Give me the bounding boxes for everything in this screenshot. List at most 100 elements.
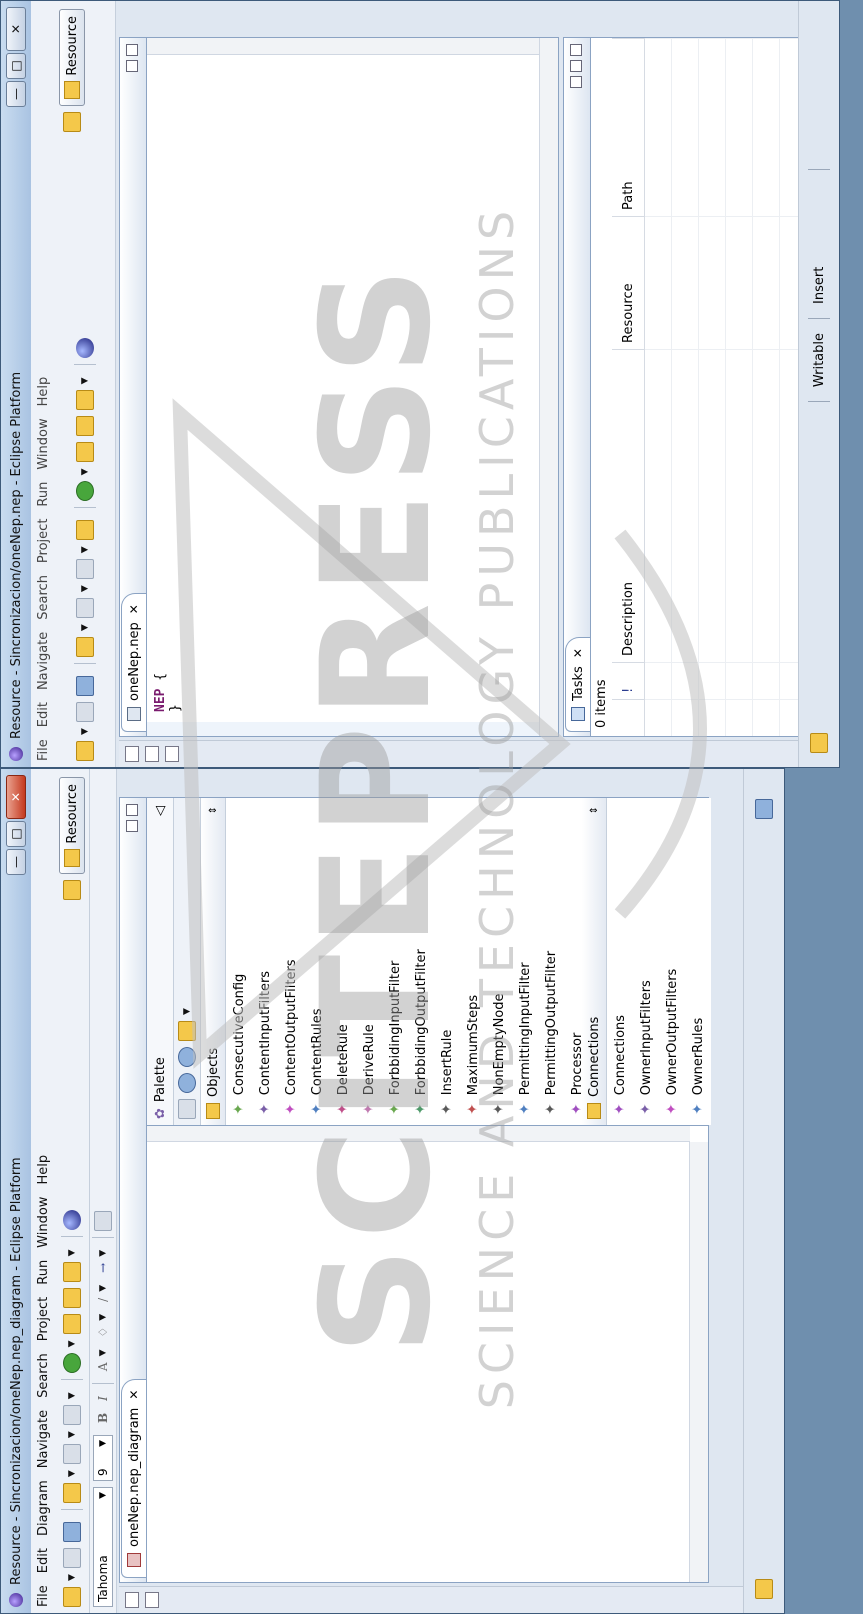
restore-icon[interactable] <box>125 746 139 762</box>
menu-project[interactable]: Project <box>36 1297 51 1341</box>
table-row[interactable] <box>644 38 672 736</box>
menu-file[interactable]: File <box>36 1585 51 1607</box>
palette-item[interactable]: ✦ Connections <box>607 798 633 1125</box>
outline-view-icon[interactable] <box>145 746 159 762</box>
tasks-col-path[interactable]: Path <box>612 38 645 217</box>
font-size-select[interactable]: 9 ▼ <box>93 1435 113 1481</box>
menu-diagram[interactable]: Diagram <box>36 1480 51 1536</box>
palette-item[interactable]: ✦ ContentInputFilters <box>252 798 278 1125</box>
close-icon[interactable]: ✕ <box>127 1390 141 1400</box>
palette-item[interactable]: ✦ OwnerInputFilters <box>633 798 659 1125</box>
fast-view-icon[interactable] <box>810 733 828 753</box>
minimize-view-icon[interactable] <box>570 60 582 72</box>
line-color-button[interactable]: / <box>96 1298 110 1302</box>
palette-item[interactable]: ✦ InsertRule <box>434 798 460 1125</box>
palette-item[interactable]: ✦ ForbbidingOutputFilter <box>408 798 434 1125</box>
menu-run[interactable]: Run <box>36 1260 51 1285</box>
open-perspective-icon[interactable] <box>63 879 81 900</box>
table-row[interactable] <box>698 38 726 736</box>
chevron-down-icon[interactable]: ▼ <box>67 1574 77 1581</box>
view-menu-icon[interactable] <box>570 76 582 88</box>
zoom-in-icon[interactable] <box>178 1073 196 1093</box>
open-type-icon[interactable] <box>63 1483 81 1504</box>
table-row[interactable] <box>671 38 699 736</box>
menu-search[interactable]: Search <box>36 1353 51 1398</box>
back-icon[interactable] <box>63 1444 81 1465</box>
menu-window[interactable]: Window <box>36 418 51 469</box>
menu-edit[interactable]: Edit <box>36 702 51 727</box>
palette-item[interactable]: ✦ ContentOutputFilters <box>278 798 304 1125</box>
chevron-down-icon[interactable]: ▼ <box>80 377 90 384</box>
forward-icon[interactable] <box>76 559 94 580</box>
resource-perspective-button[interactable]: Resource <box>59 777 85 874</box>
table-row[interactable] <box>752 38 780 736</box>
palette-item[interactable]: ✦ DeriveRule <box>356 798 382 1125</box>
minimize-button[interactable]: — <box>6 849 26 875</box>
close-button[interactable]: ✕ <box>6 7 26 51</box>
menu-edit[interactable]: Edit <box>36 1548 51 1573</box>
palette-drawer-connections[interactable]: Connections ⇕ <box>582 798 607 1125</box>
menu-navigate[interactable]: Navigate <box>36 632 51 690</box>
diagram-canvas[interactable] <box>147 1142 690 1582</box>
open-perspective-icon[interactable] <box>63 111 81 132</box>
line-style-button[interactable]: → <box>96 1263 110 1273</box>
pin-icon[interactable] <box>76 520 94 541</box>
back-icon[interactable] <box>76 598 94 619</box>
close-button[interactable]: ✕ <box>6 775 26 819</box>
palette-item[interactable]: ✦ ContentRules <box>304 798 330 1125</box>
palette-item[interactable]: ✦ DeleteRule <box>330 798 356 1125</box>
fast-view-icon[interactable] <box>755 1579 773 1599</box>
grid-icon[interactable] <box>94 1210 112 1231</box>
palette-item[interactable]: ✦ PermittingOutputFilter <box>538 798 564 1125</box>
tab-onenep-nep-diagram[interactable]: oneNep.nep_diagram ✕ <box>121 1378 146 1578</box>
chevron-down-icon[interactable]: ▼ <box>182 1008 192 1015</box>
chevron-down-icon[interactable]: ▼ <box>98 1314 108 1321</box>
print-icon[interactable] <box>63 1522 81 1543</box>
chevron-down-icon[interactable]: ▼ <box>80 728 90 735</box>
globe-icon[interactable] <box>76 338 94 359</box>
chevron-down-icon[interactable]: ▼ <box>80 624 90 631</box>
chevron-down-icon[interactable]: ▼ <box>98 1285 108 1292</box>
palette-item[interactable]: ✦ OwnerRules <box>685 798 711 1125</box>
save-icon[interactable] <box>63 1548 81 1569</box>
menu-navigate[interactable]: Navigate <box>36 1410 51 1468</box>
tab-onenep-nep[interactable]: oneNep.nep ✕ <box>121 593 146 732</box>
chevron-left-icon[interactable]: ◁ <box>153 806 168 816</box>
chevron-down-icon[interactable]: ▼ <box>67 1431 77 1438</box>
search-icon[interactable] <box>63 1288 81 1309</box>
open-resource-icon[interactable] <box>76 442 94 463</box>
minimize-view-icon[interactable] <box>126 820 138 832</box>
collapse-icon[interactable]: ⇕ <box>589 806 600 814</box>
palette-item[interactable]: ✦ NonEmptyNode <box>486 798 512 1125</box>
table-row[interactable] <box>725 38 753 736</box>
chevron-down-icon[interactable]: ▼ <box>67 1249 77 1256</box>
editor-horizontal-scrollbar[interactable] <box>539 38 558 736</box>
palette-item[interactable]: ✦ OwnerOutputFilters <box>659 798 685 1125</box>
palette-item[interactable]: ✦ PermittingInputFilter <box>512 798 538 1125</box>
menu-file[interactable]: File <box>36 739 51 761</box>
new-icon[interactable] <box>76 741 94 761</box>
brush-icon[interactable] <box>63 1262 81 1283</box>
tasks-col-priority[interactable]: ! <box>612 662 645 700</box>
chevron-down-icon[interactable]: ▼ <box>80 468 90 475</box>
maximize-button[interactable]: □ <box>6 53 26 79</box>
bold-button[interactable]: B <box>96 1413 110 1423</box>
note-tool-icon[interactable] <box>178 1021 196 1041</box>
tab-tasks[interactable]: Tasks ✕ <box>565 637 590 732</box>
diagram-horizontal-scrollbar[interactable] <box>689 1142 708 1582</box>
maximize-view-icon[interactable] <box>570 44 582 56</box>
globe-icon[interactable] <box>63 1210 81 1231</box>
fill-color-button[interactable]: ♢ <box>96 1327 110 1338</box>
status-icon[interactable] <box>755 799 773 819</box>
menu-project[interactable]: Project <box>36 519 51 563</box>
run-icon[interactable] <box>63 1353 81 1374</box>
chevron-down-icon[interactable]: ▼ <box>67 1392 77 1399</box>
font-color-button[interactable]: A <box>96 1362 110 1371</box>
palette-drawer-objects[interactable]: Objects ⇕ <box>201 798 226 1125</box>
font-name-select[interactable]: Tahoma ▼ <box>93 1487 113 1607</box>
tasks-view-icon[interactable] <box>145 1592 159 1608</box>
close-icon[interactable]: ✕ <box>571 648 585 658</box>
italic-button[interactable]: I <box>96 1396 110 1401</box>
brush-icon[interactable] <box>76 390 94 411</box>
search-icon[interactable] <box>76 416 94 437</box>
